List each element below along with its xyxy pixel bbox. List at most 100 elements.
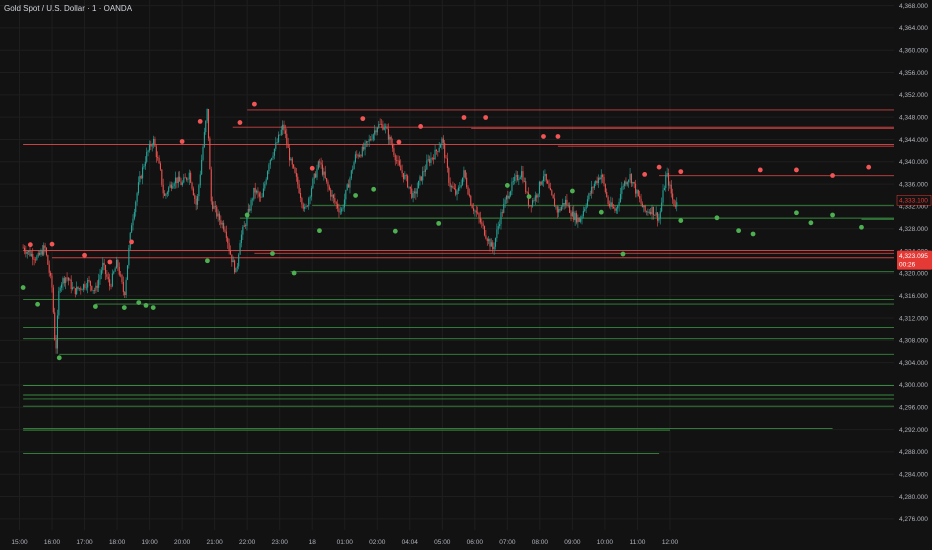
swing-high-marker xyxy=(237,120,243,125)
swing-low-marker xyxy=(371,186,377,192)
swing-high-marker xyxy=(483,115,489,120)
candle-body xyxy=(238,254,240,267)
candle-body xyxy=(114,268,116,272)
candle-body xyxy=(459,187,461,188)
candle-body xyxy=(372,134,374,140)
swing-low-marker xyxy=(620,251,626,257)
candle-body xyxy=(361,146,363,157)
candle-body xyxy=(532,200,534,207)
candle-body xyxy=(437,151,439,152)
swing-low-marker xyxy=(291,270,297,276)
candle-body xyxy=(157,157,159,158)
candle-body xyxy=(212,201,214,209)
candle-body xyxy=(405,175,407,176)
candle-body xyxy=(251,199,253,201)
candle-body xyxy=(584,208,586,211)
candle-body xyxy=(511,181,513,192)
y-tick-label: 4,344.000 xyxy=(899,137,928,144)
candle-body xyxy=(45,247,48,256)
candle-body xyxy=(196,196,199,205)
swing-low-marker xyxy=(736,228,742,234)
candle-body xyxy=(368,139,370,142)
swing-low-marker xyxy=(808,220,814,226)
candle-body xyxy=(349,178,351,188)
candle-body xyxy=(420,176,422,181)
candle-body xyxy=(81,289,83,291)
candle-body xyxy=(418,180,420,189)
candle-body xyxy=(246,215,248,226)
candle-body xyxy=(396,160,398,161)
candle-body xyxy=(615,208,617,211)
candle-body xyxy=(23,247,26,252)
candle-body xyxy=(674,205,676,207)
candle-body xyxy=(158,157,160,164)
candle-body xyxy=(131,225,133,233)
chart-root[interactable]: 4,368.000 4,364.000 4,360.000 4,356.000 4,35… xyxy=(0,0,932,550)
candle-body xyxy=(198,185,200,197)
candle-body xyxy=(507,195,509,199)
candle-body xyxy=(209,138,211,170)
candle-body xyxy=(519,177,521,179)
chart-canvas[interactable]: 4,368.000 4,364.000 4,360.000 4,356.000 4,35… xyxy=(0,0,932,550)
candle-body xyxy=(374,130,376,135)
candle-body xyxy=(592,186,594,188)
candle-body xyxy=(82,284,85,290)
candle-body xyxy=(408,186,410,188)
x-tick-label: 09:00 xyxy=(564,539,581,546)
swing-high-marker xyxy=(418,124,424,129)
candle-body xyxy=(155,146,157,158)
candle-body xyxy=(404,175,406,179)
swing-high-marker xyxy=(794,167,799,173)
candle-body xyxy=(574,213,576,221)
candle-body xyxy=(578,217,580,222)
candle-body xyxy=(656,212,659,221)
candle-body xyxy=(611,202,613,208)
candle-body xyxy=(139,175,141,183)
swing-low-marker xyxy=(598,209,604,215)
candle-body xyxy=(217,213,219,217)
candle-body xyxy=(122,282,124,293)
candle-body xyxy=(334,198,336,203)
candle-body xyxy=(364,142,366,150)
candle-body xyxy=(74,288,76,295)
candle-body xyxy=(121,274,123,283)
candle-body xyxy=(93,290,96,291)
candle-body xyxy=(76,286,78,295)
candle-body xyxy=(317,161,319,169)
candle-body xyxy=(563,203,565,205)
candle-body xyxy=(65,277,67,284)
candle-body xyxy=(541,181,543,185)
candle-body xyxy=(203,132,205,147)
candle-body xyxy=(382,124,384,130)
swing-low-marker xyxy=(35,301,40,307)
candle-body xyxy=(663,188,665,191)
candle-body xyxy=(363,146,365,150)
candle-body xyxy=(665,174,667,189)
candle-body xyxy=(673,199,675,206)
candle-body xyxy=(67,277,69,281)
candle-body xyxy=(390,136,392,144)
candle-body xyxy=(581,215,583,219)
candle-body xyxy=(460,184,462,188)
candle-body xyxy=(429,159,431,163)
candle-body xyxy=(365,141,367,143)
candle-body xyxy=(258,193,260,197)
candle-body xyxy=(639,196,641,199)
candle-body xyxy=(449,182,451,188)
candle-body xyxy=(227,237,229,244)
candle-body xyxy=(102,262,104,271)
candle-body xyxy=(451,186,453,188)
candle-body xyxy=(635,183,637,194)
swing-low-marker xyxy=(56,355,62,361)
candle-body xyxy=(640,198,642,204)
candle-body xyxy=(320,162,322,165)
candle-body xyxy=(570,212,572,217)
candle-body xyxy=(194,195,196,199)
swing-high-marker xyxy=(866,164,872,170)
candle-body xyxy=(179,176,181,182)
y-tick-label: 4,288.000 xyxy=(899,449,928,456)
candle-body xyxy=(113,271,115,274)
candle-body xyxy=(672,193,674,200)
candle-body xyxy=(558,209,560,213)
candle-body xyxy=(264,183,266,189)
